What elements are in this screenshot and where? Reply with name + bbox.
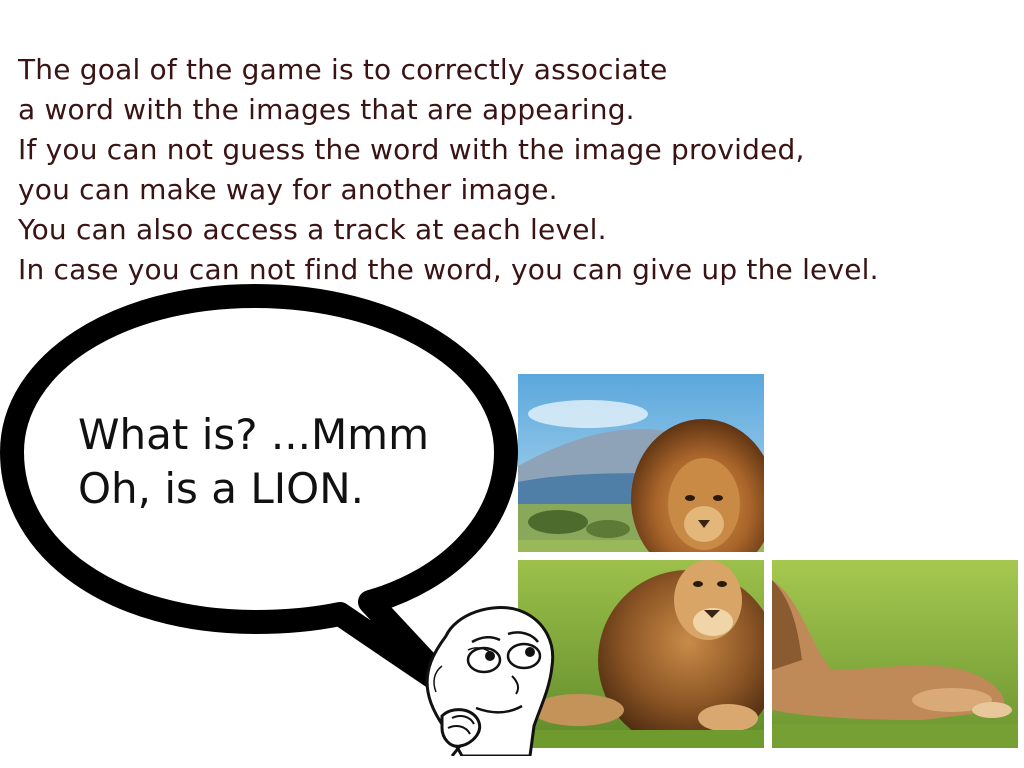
speech-line: Oh, is a LION. [78, 464, 364, 513]
instructions-text: The goal of the game is to correctly ass… [18, 50, 1022, 290]
instruction-line: The goal of the game is to correctly ass… [18, 53, 668, 86]
lion-head-image [518, 374, 764, 552]
lion-image-tile-top [518, 374, 764, 552]
thinking-face-icon [425, 606, 555, 756]
instruction-line: you can make way for another image. [18, 173, 558, 206]
instruction-line: You can also access a track at each leve… [18, 213, 607, 246]
lion-image-tile-bottom-right [772, 560, 1018, 748]
instruction-line: If you can not guess the word with the i… [18, 133, 805, 166]
speech-bubble-text: What is? ...Mmm Oh, is a LION. [78, 408, 429, 516]
tutorial-screen: The goal of the game is to correctly ass… [0, 0, 1024, 768]
instruction-line: a word with the images that are appearin… [18, 93, 635, 126]
speech-line: What is? ...Mmm [78, 410, 430, 459]
lion-tail-image [772, 560, 1018, 748]
